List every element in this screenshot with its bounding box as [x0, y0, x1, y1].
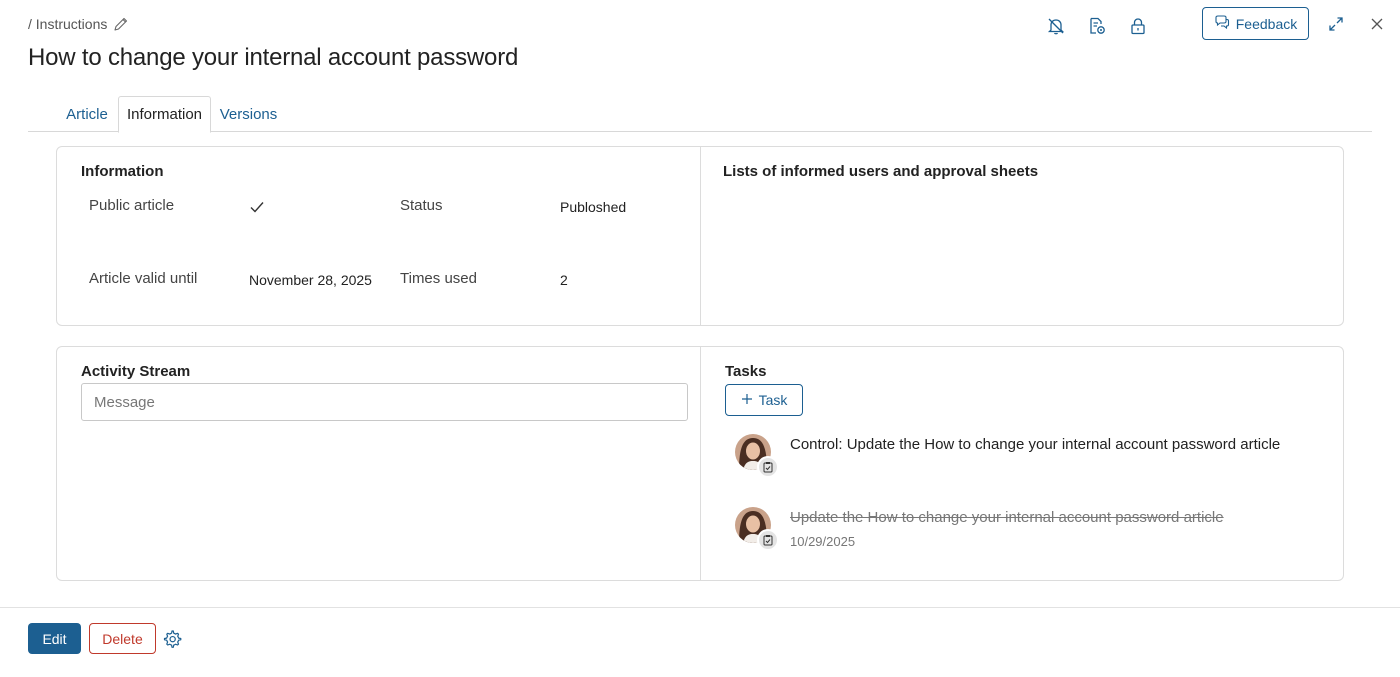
header-toolbar	[1044, 14, 1167, 38]
feedback-label: Feedback	[1235, 15, 1298, 32]
activity-stream-title: Activity Stream	[81, 363, 191, 380]
task-title[interactable]: Update the How to change your internal a…	[790, 507, 1224, 526]
breadcrumb: / Instructions	[28, 16, 129, 32]
document-settings-icon[interactable]	[1085, 14, 1109, 38]
breadcrumb-path[interactable]: / Instructions	[28, 16, 107, 32]
valid-until-value: November 28, 2025	[249, 272, 372, 288]
status-value: Publoshed	[560, 199, 627, 215]
tasks-title: Tasks	[725, 363, 767, 380]
task-badge	[757, 456, 779, 478]
task-badge	[757, 529, 779, 551]
gear-icon[interactable]	[162, 629, 182, 649]
clipboard-check-icon	[763, 462, 773, 473]
feedback-button[interactable]: Feedback	[1202, 7, 1309, 40]
edit-button[interactable]: Edit	[28, 623, 81, 654]
bell-off-icon[interactable]	[1044, 14, 1068, 38]
tab-information[interactable]: Information	[118, 96, 211, 133]
panel-divider	[700, 147, 701, 325]
task-item: Update the How to change your internal a…	[735, 507, 1224, 551]
panel-divider	[700, 347, 701, 580]
add-task-button[interactable]: Task	[725, 384, 803, 416]
times-used-label: Times used	[400, 270, 477, 287]
informed-lists-title: Lists of informed users and approval she…	[723, 163, 1039, 180]
public-article-label: Public article	[89, 197, 175, 214]
checkmark-icon	[250, 202, 264, 213]
valid-until-label: Article valid until	[89, 270, 198, 287]
task-title[interactable]: Control: Update the How to change your i…	[790, 434, 1280, 453]
information-panel: Information Public article Status Publos…	[56, 146, 1344, 326]
information-title: Information	[81, 163, 164, 180]
add-task-label: Task	[758, 392, 788, 408]
close-icon[interactable]	[1367, 14, 1387, 34]
lock-icon[interactable]	[1126, 14, 1150, 38]
times-used-value: 2	[560, 272, 568, 288]
tab-article[interactable]: Article	[56, 96, 118, 132]
status-label: Status	[400, 197, 443, 214]
page-title: How to change your internal account pass…	[28, 44, 519, 71]
avatar[interactable]	[735, 434, 779, 478]
delete-button[interactable]: Delete	[89, 623, 156, 654]
avatar[interactable]	[735, 507, 779, 551]
plus-icon	[741, 392, 753, 408]
tab-versions[interactable]: Versions	[211, 96, 286, 132]
activity-tasks-panel: Activity Stream Tasks Task Control: Upda…	[56, 346, 1344, 581]
expand-icon[interactable]	[1326, 14, 1346, 34]
message-input[interactable]	[81, 383, 688, 421]
clipboard-check-icon	[763, 535, 773, 546]
tab-bar: Article Information Versions	[28, 96, 1372, 133]
task-date: 10/29/2025	[790, 534, 856, 549]
task-item: Control: Update the How to change your i…	[735, 434, 1280, 478]
chat-icon	[1214, 14, 1230, 33]
footer-divider	[0, 607, 1400, 608]
pencil-icon[interactable]	[113, 16, 129, 32]
